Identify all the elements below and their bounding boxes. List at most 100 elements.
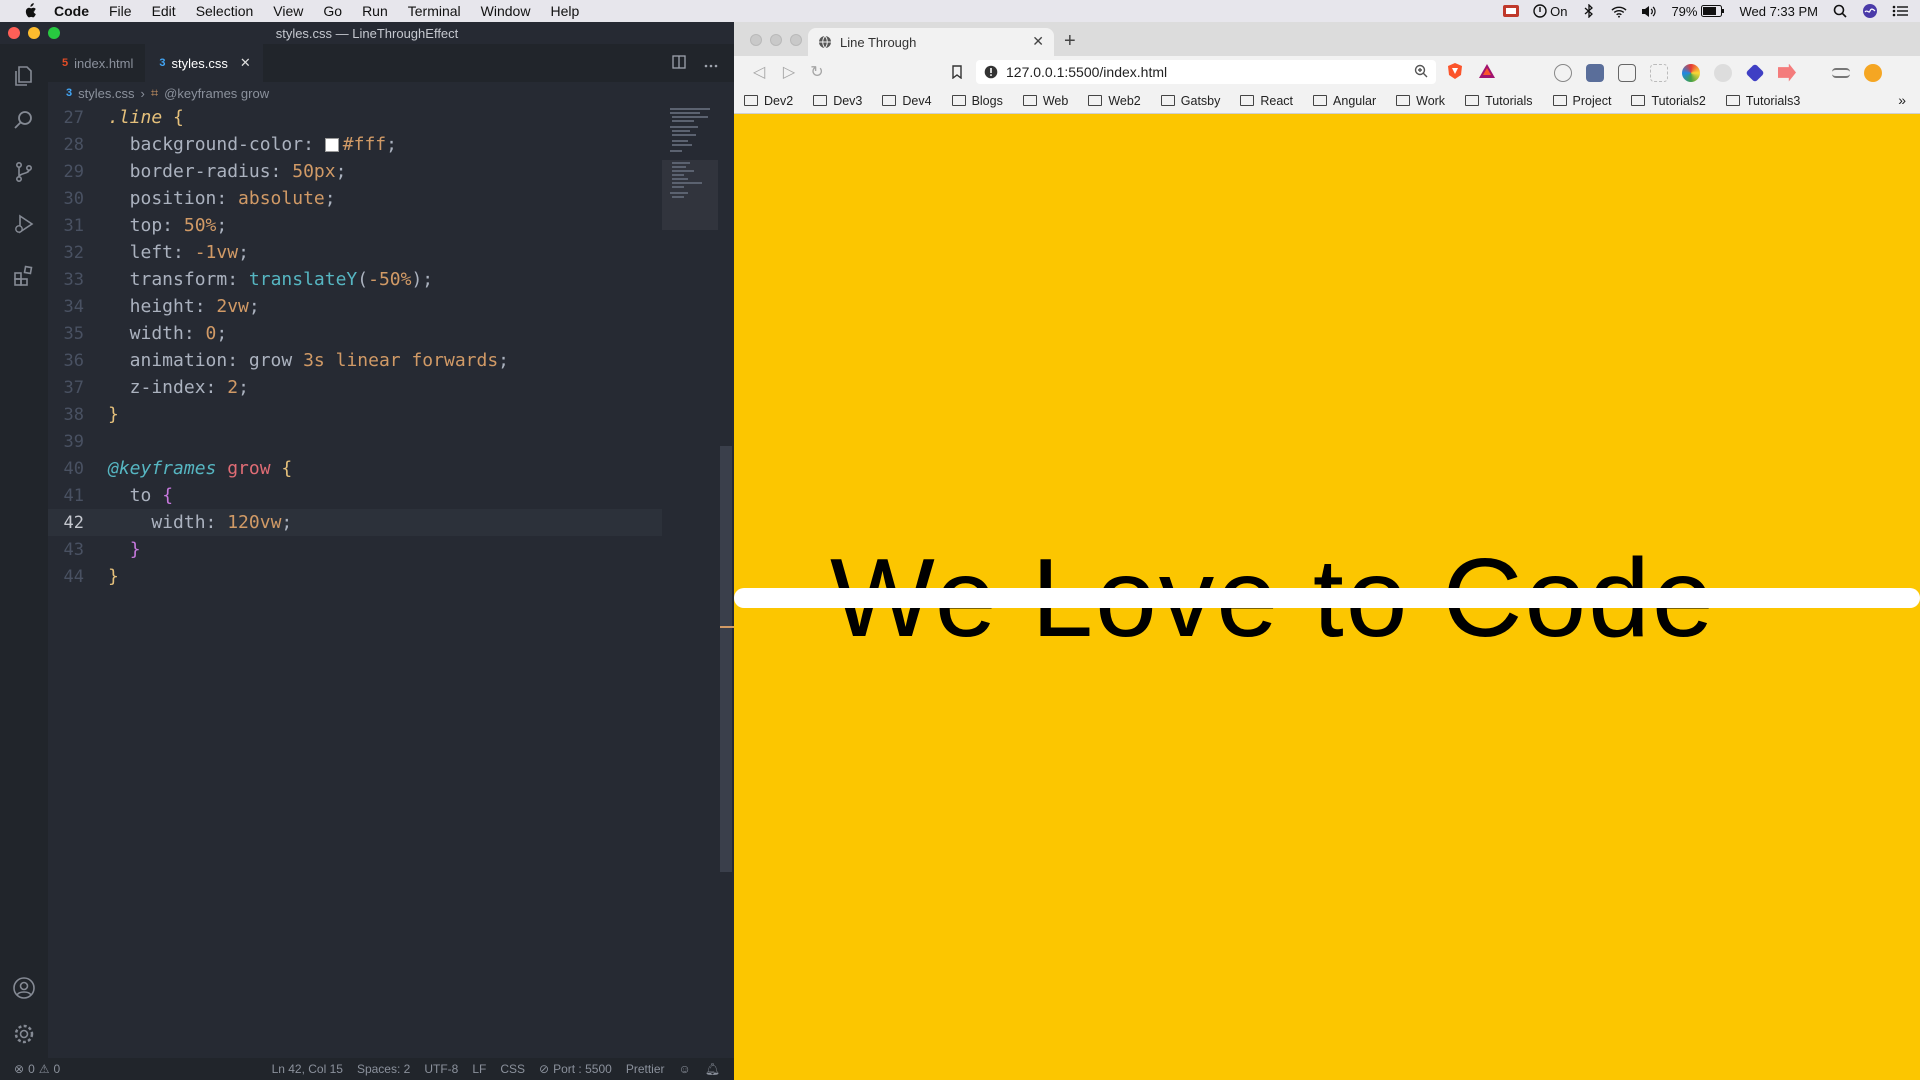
- code-text: width: 120vw;: [108, 512, 293, 533]
- menu-window[interactable]: Window: [481, 3, 531, 19]
- browser-tab-active[interactable]: Line Through ✕: [808, 28, 1054, 56]
- line-number: 36: [63, 350, 84, 371]
- bookmark-folder[interactable]: Tutorials2: [1631, 94, 1706, 108]
- breadcrumb-symbol[interactable]: @keyframes grow: [164, 86, 269, 101]
- bookmark-folder[interactable]: Work: [1396, 94, 1445, 108]
- activity-bar: [0, 44, 48, 1058]
- accounts-icon[interactable]: [10, 974, 38, 1002]
- bookmark-folder[interactable]: Web: [1022, 94, 1068, 108]
- menubar-clock[interactable]: Wed 7:33 PM: [1739, 4, 1818, 19]
- screen-recorder-icon[interactable]: [1503, 4, 1520, 18]
- menu-view[interactable]: View: [273, 3, 303, 19]
- address-bar[interactable]: 127.0.0.1:5500/index.html: [976, 60, 1436, 84]
- notifications-bell-icon[interactable]: 🔔︎: [705, 1062, 720, 1076]
- close-tab-icon[interactable]: ✕: [1032, 33, 1044, 50]
- forward-icon[interactable]: ▷: [780, 63, 798, 81]
- language-mode[interactable]: CSS: [500, 1062, 525, 1076]
- bookmark-folder[interactable]: Tutorials: [1465, 94, 1533, 108]
- menu-help[interactable]: Help: [550, 3, 579, 19]
- brave-rewards-icon[interactable]: [1478, 62, 1496, 83]
- extension-icon[interactable]: [1745, 62, 1765, 83]
- tab-index-html[interactable]: 5 index.html: [48, 44, 145, 82]
- wifi-icon[interactable]: [1611, 4, 1627, 18]
- bookmark-folder[interactable]: Gatsby: [1160, 94, 1220, 108]
- menu-go[interactable]: Go: [323, 3, 342, 19]
- reload-icon[interactable]: ↻: [808, 63, 826, 81]
- extension-icon[interactable]: [1618, 63, 1636, 82]
- site-info-icon[interactable]: [984, 65, 998, 79]
- bookmark-folder[interactable]: Blogs: [951, 94, 1003, 108]
- spotlight-search-icon[interactable]: [1832, 4, 1848, 18]
- siri-icon[interactable]: [1862, 4, 1878, 18]
- indentation[interactable]: Spaces: 2: [357, 1062, 410, 1076]
- extension-icon[interactable]: [1714, 63, 1732, 82]
- close-window-button[interactable]: [750, 34, 762, 46]
- split-editor-icon[interactable]: [672, 54, 686, 72]
- bookmark-icon[interactable]: [948, 63, 966, 81]
- bookmark-folder[interactable]: Dev4: [882, 94, 932, 108]
- color-swatch[interactable]: [324, 138, 339, 152]
- breadcrumb-file[interactable]: styles.css: [78, 86, 134, 101]
- extension-icon[interactable]: [1586, 63, 1604, 82]
- bookmark-folder[interactable]: Angular: [1313, 94, 1376, 108]
- source-control-icon[interactable]: [10, 158, 38, 186]
- bookmark-folder[interactable]: Web2: [1088, 93, 1141, 108]
- battery-status[interactable]: 79%: [1671, 3, 1725, 19]
- live-server-port[interactable]: ⊘ Port : 5500: [539, 1062, 612, 1076]
- color-picker-extension-icon[interactable]: [1682, 63, 1700, 82]
- menu-terminal[interactable]: Terminal: [408, 3, 461, 19]
- tab-styles-css[interactable]: 3 styles.css ✕: [145, 44, 263, 82]
- extension-icon[interactable]: [1778, 63, 1796, 82]
- bluetooth-icon[interactable]: [1581, 4, 1597, 18]
- control-center-icon[interactable]: [1892, 4, 1908, 18]
- end-of-line[interactable]: LF: [472, 1062, 486, 1076]
- close-tab-icon[interactable]: ✕: [240, 55, 251, 71]
- editor-scrollbar[interactable]: [720, 446, 732, 872]
- apple-logo-icon[interactable]: [20, 3, 40, 19]
- battery-charging-icon: [1701, 5, 1725, 17]
- bookmark-label: Web2: [1108, 93, 1141, 108]
- zoom-window-button[interactable]: [790, 34, 802, 46]
- encoding[interactable]: UTF-8: [424, 1062, 458, 1076]
- bookmark-folder[interactable]: Dev3: [813, 94, 862, 108]
- close-window-button[interactable]: [8, 27, 20, 39]
- menu-code[interactable]: Code: [54, 3, 89, 19]
- run-debug-icon[interactable]: [10, 210, 38, 238]
- settings-gear-icon[interactable]: [10, 1020, 38, 1048]
- problems-indicator[interactable]: ⊗ 0 ⚠ 0: [14, 1062, 60, 1076]
- cursor-position[interactable]: Ln 42, Col 15: [272, 1062, 343, 1076]
- menu-file[interactable]: File: [109, 3, 132, 19]
- profile-avatar[interactable]: [1864, 63, 1882, 82]
- minimap[interactable]: [662, 104, 718, 244]
- menu-selection[interactable]: Selection: [196, 3, 254, 19]
- reading-list-icon[interactable]: [1832, 67, 1850, 78]
- focus-status[interactable]: On: [1533, 4, 1567, 19]
- back-icon[interactable]: ◁: [750, 63, 768, 81]
- extension-icon[interactable]: [1554, 63, 1572, 82]
- more-bookmarks-icon[interactable]: »: [1898, 92, 1906, 108]
- search-icon[interactable]: [10, 106, 38, 134]
- zoom-icon[interactable]: [1414, 64, 1428, 81]
- bookmark-folder[interactable]: Project: [1552, 94, 1611, 108]
- bookmark-folder[interactable]: React: [1240, 94, 1293, 108]
- more-actions-icon[interactable]: [704, 56, 718, 71]
- battery-percent: 79%: [1671, 3, 1698, 19]
- extension-icon[interactable]: [1650, 63, 1668, 82]
- new-tab-button[interactable]: +: [1064, 30, 1076, 53]
- menu-edit[interactable]: Edit: [152, 3, 176, 19]
- menu-run[interactable]: Run: [362, 3, 388, 19]
- code-editor[interactable]: 27 .line { 28 background-color: #fff; 29…: [48, 104, 662, 1058]
- minimize-window-button[interactable]: [770, 34, 782, 46]
- bookmark-folder[interactable]: Dev2: [744, 94, 793, 108]
- extensions-icon[interactable]: [10, 262, 38, 290]
- volume-icon[interactable]: [1641, 4, 1657, 18]
- explorer-icon[interactable]: [10, 62, 38, 90]
- url-text[interactable]: 127.0.0.1:5500/index.html: [1006, 64, 1167, 80]
- minimize-window-button[interactable]: [28, 27, 40, 39]
- line-number: 38: [63, 404, 84, 425]
- brave-shields-icon[interactable]: [1446, 62, 1464, 83]
- zoom-window-button[interactable]: [48, 27, 60, 39]
- feedback-icon[interactable]: ☺: [679, 1062, 691, 1076]
- prettier-status[interactable]: Prettier: [626, 1062, 665, 1076]
- bookmark-folder[interactable]: Tutorials3: [1725, 94, 1800, 108]
